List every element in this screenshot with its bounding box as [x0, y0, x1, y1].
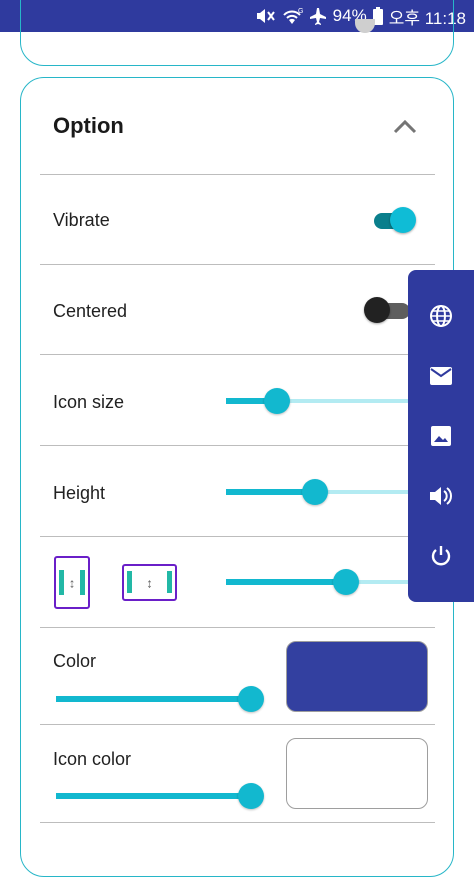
option-card-title: Option: [53, 113, 124, 138]
icon-size-slider[interactable]: [226, 388, 408, 414]
color-swatch[interactable]: [286, 641, 428, 712]
height-label: Height: [53, 483, 106, 503]
divider: [40, 627, 435, 628]
divider: [40, 724, 435, 725]
slider-fill: [56, 696, 251, 702]
divider: [40, 445, 435, 446]
icon-size-label: Icon size: [53, 392, 125, 412]
slider-handle[interactable]: [238, 686, 264, 712]
slider-handle[interactable]: [264, 388, 290, 414]
color-slider[interactable]: [56, 686, 264, 712]
vertical-layout-icon[interactable]: ↕: [54, 556, 90, 609]
layout-bar: [59, 570, 64, 595]
icon-color-slider[interactable]: [56, 783, 264, 809]
layout-bar: [167, 571, 172, 593]
orientation-slider[interactable]: [226, 569, 408, 595]
previous-card-slider-handle[interactable]: [355, 19, 375, 33]
previous-card: [20, 0, 454, 66]
horizontal-layout-icon[interactable]: ↕: [122, 564, 177, 601]
slider-fill: [56, 793, 251, 799]
centered-switch[interactable]: [364, 297, 412, 323]
slider-handle[interactable]: [333, 569, 359, 595]
divider: [40, 264, 435, 265]
vibrate-switch[interactable]: [374, 207, 420, 233]
divider: [40, 536, 435, 537]
centered-label: Centered: [53, 301, 128, 321]
switch-thumb: [390, 207, 416, 233]
vertical-arrow-icon: ↕: [68, 575, 76, 590]
divider: [40, 354, 435, 355]
side-panel: [408, 270, 474, 602]
icon-color-swatch[interactable]: [286, 738, 428, 809]
volume-icon[interactable]: [408, 476, 474, 516]
vertical-arrow-icon: ↕: [146, 575, 153, 590]
vibrate-label: Vibrate: [53, 210, 110, 230]
image-icon[interactable]: [408, 416, 474, 456]
icon-color-label: Icon color: [53, 749, 132, 769]
slider-handle[interactable]: [238, 783, 264, 809]
chevron-up-icon[interactable]: [390, 111, 420, 141]
layout-bar: [127, 571, 132, 593]
slider-handle[interactable]: [302, 479, 328, 505]
slider-fill: [226, 579, 346, 585]
height-slider[interactable]: [226, 479, 408, 505]
switch-thumb: [364, 297, 390, 323]
color-label: Color: [53, 651, 97, 671]
divider: [40, 174, 435, 175]
layout-bar: [80, 570, 85, 595]
mail-icon[interactable]: [408, 356, 474, 396]
globe-icon[interactable]: [408, 296, 474, 336]
divider: [40, 822, 435, 823]
power-icon[interactable]: [408, 536, 474, 576]
